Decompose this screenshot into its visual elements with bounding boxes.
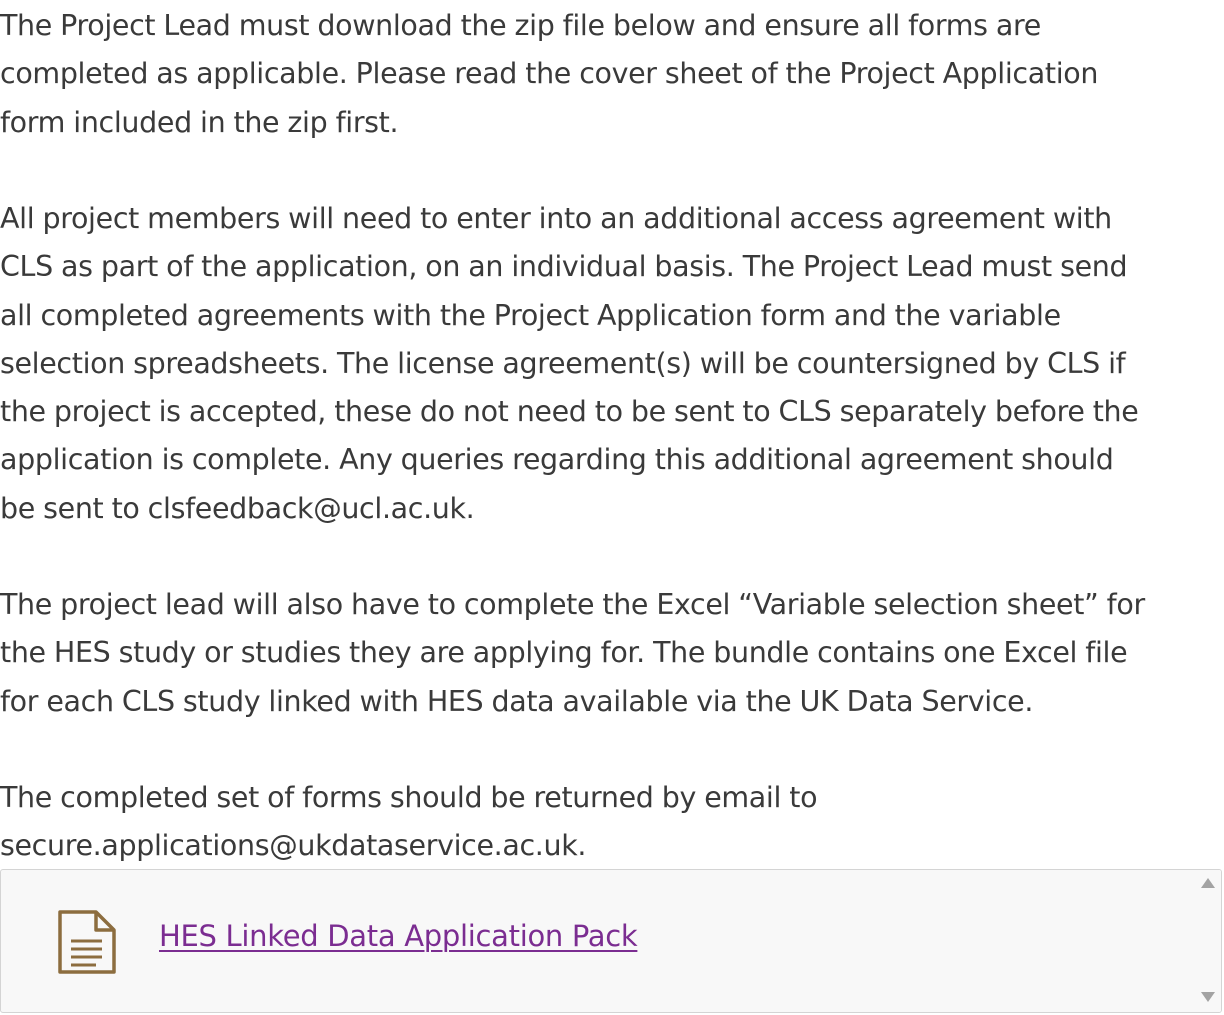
attachment-scrollbar[interactable]: [1195, 870, 1221, 1012]
scroll-up-arrow-icon[interactable]: [1201, 878, 1215, 888]
variable-selection-paragraph: The project lead will also have to compl…: [0, 588, 1145, 718]
intro-paragraph: The Project Lead must download the zip f…: [0, 9, 1099, 139]
document-icon: [56, 910, 118, 974]
scroll-down-arrow-icon[interactable]: [1201, 992, 1215, 1002]
return-instructions-paragraph: The completed set of forms should be ret…: [0, 781, 818, 863]
attachment-item: HES Linked Data Application Pack: [1, 870, 1193, 1012]
agreement-paragraph: All project members will need to enter i…: [0, 202, 1139, 525]
application-pack-download-link[interactable]: HES Linked Data Application Pack: [159, 916, 638, 956]
attachment-box: HES Linked Data Application Pack: [0, 869, 1222, 1013]
